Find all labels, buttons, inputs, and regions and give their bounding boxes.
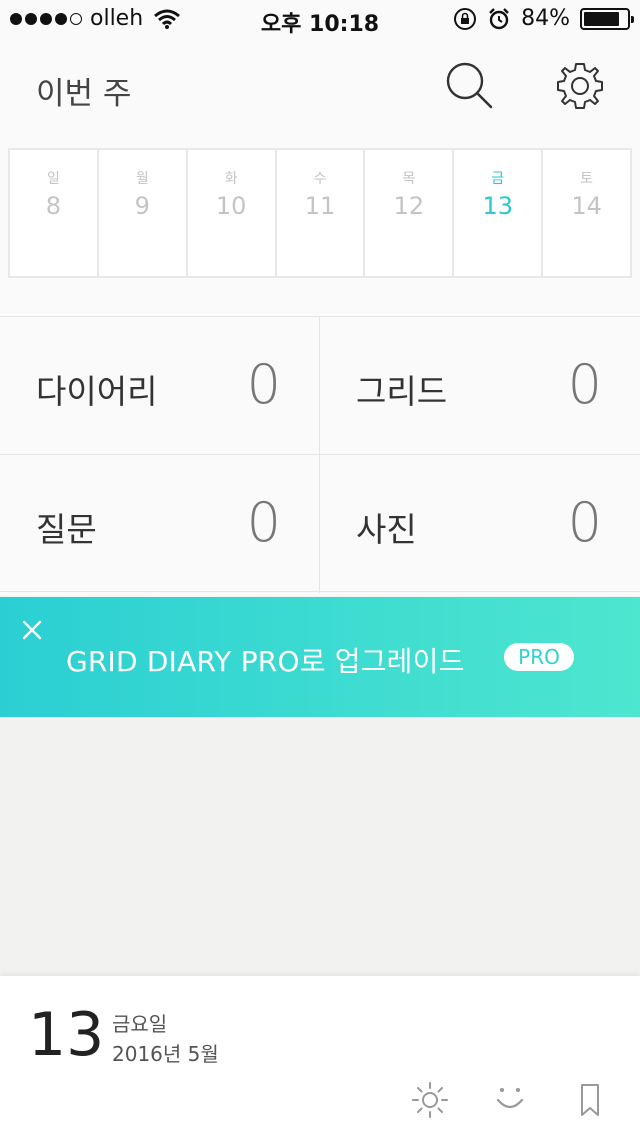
status-bar: olleh 오후 10:18 84% [0, 0, 640, 40]
day-cell-wed[interactable]: 수 11 [277, 150, 366, 276]
day-cell-mon[interactable]: 월 9 [99, 150, 188, 276]
day-cell-tue[interactable]: 화 10 [188, 150, 277, 276]
day-number: 11 [304, 192, 336, 220]
stat-label: 그리드 [356, 372, 448, 411]
stats-grid: 다이어리 0 그리드 0 질문 0 사진 0 [0, 316, 640, 593]
smile-icon [496, 1088, 524, 1109]
status-right: 84% [453, 6, 634, 31]
gear-icon [557, 63, 603, 109]
stat-count: 0 [567, 353, 602, 416]
stat-count: 0 [246, 491, 281, 554]
close-icon [22, 620, 42, 640]
stat-label: 사진 [356, 510, 417, 549]
day-name: 화 [224, 171, 238, 187]
alarm-icon [489, 7, 509, 29]
sun-icon [412, 1082, 448, 1118]
stat-count: 0 [246, 353, 281, 416]
battery-percent: 84% [521, 6, 570, 31]
stat-label: 질문 [36, 510, 97, 549]
bottom-day-number: 13 [28, 1000, 105, 1070]
day-cell-sat[interactable]: 토 14 [543, 150, 630, 276]
day-cell-fri[interactable]: 금 13 [454, 150, 544, 276]
day-number: 12 [393, 192, 425, 220]
stat-grid[interactable]: 그리드 0 [320, 317, 640, 455]
settings-button[interactable] [554, 60, 606, 112]
stat-photo[interactable]: 사진 0 [320, 455, 640, 593]
day-number: 13 [482, 192, 513, 220]
day-name: 금 [491, 171, 505, 187]
day-cell-sun[interactable]: 일 8 [10, 150, 99, 276]
stat-diary[interactable]: 다이어리 0 [0, 317, 320, 455]
search-button[interactable] [444, 60, 496, 112]
day-number: 10 [215, 192, 247, 220]
day-name: 토 [580, 171, 594, 187]
mood-button[interactable] [490, 1080, 530, 1120]
day-name: 목 [402, 171, 416, 187]
stat-count: 0 [567, 491, 602, 554]
page-title: 이번 주 [36, 76, 132, 112]
banner-text: GRID DIARY PRO로 업그레이드 [66, 645, 465, 678]
search-icon [446, 62, 493, 109]
stat-label: 다이어리 [36, 372, 158, 411]
weather-button[interactable] [410, 1080, 450, 1120]
battery-fill [584, 11, 620, 26]
bottom-month-year: 2016년 5월 [112, 1042, 219, 1066]
bookmark-button[interactable] [570, 1080, 610, 1120]
banner-close-button[interactable] [20, 618, 44, 642]
battery-icon [580, 7, 634, 30]
day-name: 수 [313, 171, 327, 187]
day-number: 8 [45, 192, 62, 220]
bottom-weekday: 금요일 [112, 1012, 168, 1036]
day-number: 14 [571, 192, 602, 220]
stat-question[interactable]: 질문 0 [0, 455, 320, 593]
day-name: 일 [46, 171, 60, 187]
day-number: 9 [134, 192, 150, 220]
week-calendar: 일 8 월 9 화 10 수 11 목 12 금 13 토 14 [8, 148, 632, 278]
rotation-lock-icon [454, 7, 477, 30]
bookmark-icon [581, 1084, 599, 1116]
pro-badge: PRO [504, 643, 574, 671]
day-cell-thu[interactable]: 목 12 [365, 150, 455, 276]
day-name: 월 [135, 171, 149, 187]
